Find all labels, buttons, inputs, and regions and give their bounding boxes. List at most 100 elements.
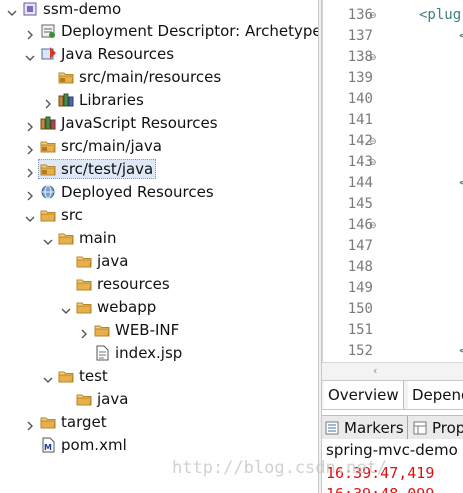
tree-item-label: JavaScript Resources	[61, 114, 218, 132]
chevron-down-icon[interactable]	[24, 209, 36, 222]
properties-icon	[413, 421, 427, 435]
javascript-resources-icon	[40, 115, 57, 131]
tree-item-label: webapp	[97, 298, 157, 316]
tree-item[interactable]: src/main/resources	[0, 66, 318, 88]
tree-item-label: java	[97, 390, 129, 408]
tree-item[interactable]: Mpom.xml	[0, 434, 318, 456]
tree-item-label: ssm-demo	[43, 0, 122, 18]
line-number: 145	[347, 196, 373, 212]
tree-item[interactable]: java	[0, 388, 318, 410]
watermark: http://blog.csdn.net/	[172, 458, 387, 478]
tree-item[interactable]: Deployment Descriptor: Archetype	[0, 20, 318, 42]
chevron-right-icon[interactable]	[42, 94, 54, 109]
chevron-right-icon[interactable]	[24, 25, 36, 40]
tree-item-label: test	[79, 367, 108, 385]
tab-dependencies[interactable]: Depend	[408, 381, 463, 409]
tab-overview[interactable]: Overview	[324, 381, 404, 409]
tree-item[interactable]: test	[0, 365, 318, 387]
line-number: 140	[347, 91, 373, 107]
xml-file-icon: M	[40, 437, 57, 453]
folder-icon	[76, 299, 93, 315]
tree-item[interactable]: ssm-demo	[0, 0, 318, 20]
svg-text:M: M	[44, 443, 52, 452]
fold-toggle-icon[interactable]: ⊖	[369, 47, 377, 69]
pom-editor-tabs: Overview Depend	[322, 380, 463, 410]
package-folder-icon	[58, 69, 75, 85]
chevron-right-icon[interactable]	[24, 186, 36, 201]
console-line: 16:39:48,099	[326, 483, 434, 493]
tree-item-label: Deployed Resources	[61, 183, 214, 201]
tree-item[interactable]: JavaScript Resources	[0, 112, 318, 134]
line-number: 136	[347, 7, 373, 23]
fold-toggle-icon[interactable]: ⊖	[369, 152, 377, 174]
line-number: 142	[347, 133, 373, 149]
line-number: 147	[347, 238, 373, 254]
tree-item-label: target	[61, 413, 107, 431]
folder-icon	[76, 391, 93, 407]
tab-separator	[407, 416, 408, 439]
markers-label: Markers	[344, 419, 404, 437]
chevron-right-icon[interactable]	[24, 416, 36, 431]
line-number: 151	[347, 322, 373, 338]
line-number: 137	[347, 28, 373, 44]
chevron-right-icon[interactable]	[24, 117, 36, 132]
tree-item[interactable]: Libraries	[0, 89, 318, 111]
tree-item[interactable]: src	[0, 204, 318, 226]
project-icon	[22, 1, 39, 17]
folder-icon	[76, 253, 93, 269]
tree-item[interactable]: resources	[0, 273, 318, 295]
package-folder-icon	[40, 138, 57, 154]
line-number: 143	[347, 154, 373, 170]
tree-item-label: java	[97, 252, 129, 270]
line-number: 149	[347, 280, 373, 296]
jsp-file-icon	[94, 345, 111, 361]
line-number: 144	[347, 175, 373, 191]
tree-item-label: src	[61, 206, 83, 224]
folder-icon	[76, 276, 93, 292]
code-line: <	[459, 172, 463, 194]
folder-icon	[58, 230, 75, 246]
line-number: 146	[347, 217, 373, 233]
editor-horizontal-scrollbar[interactable]: ‹	[322, 362, 463, 380]
code-line: <plug	[419, 7, 462, 23]
chevron-right-icon[interactable]	[24, 163, 36, 178]
chevron-down-icon[interactable]	[6, 3, 18, 16]
tree-item-label: Java Resources	[61, 45, 175, 63]
tree-item[interactable]: Java Resources	[0, 43, 318, 65]
line-number: 150	[347, 301, 373, 317]
chevron-down-icon[interactable]	[60, 301, 72, 314]
tree-item[interactable]: WEB-INF	[0, 319, 318, 341]
tree-item[interactable]: Deployed Resources	[0, 181, 318, 203]
fold-toggle-icon[interactable]: ⊖	[369, 5, 377, 27]
project-explorer: ssm-demo Deployment Descriptor: Archetype…	[0, 0, 318, 493]
tree-item[interactable]: target	[0, 411, 318, 433]
markers-icon	[325, 421, 339, 435]
libraries-icon	[58, 92, 75, 108]
tree-item[interactable]: webapp	[0, 296, 318, 318]
line-number: 148	[347, 259, 373, 275]
tree-item[interactable]: main	[0, 227, 318, 249]
package-folder-icon	[40, 161, 57, 177]
folder-icon	[40, 414, 57, 430]
code-line: <	[459, 25, 463, 47]
chevron-down-icon[interactable]	[24, 48, 36, 61]
tree-item[interactable]: src/test/java	[0, 158, 318, 180]
chevron-down-icon[interactable]	[42, 370, 54, 383]
tree-item-label: pom.xml	[61, 436, 127, 454]
scroll-left-icon[interactable]: ‹	[373, 364, 377, 377]
tree-item[interactable]: index.jsp	[0, 342, 318, 364]
chevron-down-icon[interactable]	[42, 232, 54, 245]
fold-toggle-icon[interactable]: ⊖	[369, 215, 377, 237]
deployed-resources-icon	[40, 184, 57, 200]
tree-item[interactable]: java	[0, 250, 318, 272]
editor-area[interactable]: 136⊖<plug137<138⊖139140141142⊖143⊖144<14…	[322, 0, 463, 370]
folder-icon	[40, 207, 57, 223]
tree-item-label: Libraries	[79, 91, 144, 109]
chevron-right-icon[interactable]	[24, 140, 36, 155]
tree-item-label: Deployment Descriptor: Archetype	[61, 22, 318, 40]
fold-toggle-icon[interactable]: ⊖	[369, 131, 377, 153]
tree-item-label: resources	[97, 275, 170, 293]
tree-item[interactable]: src/main/java	[0, 135, 318, 157]
line-number: 152	[347, 343, 373, 359]
chevron-right-icon[interactable]	[78, 324, 90, 339]
